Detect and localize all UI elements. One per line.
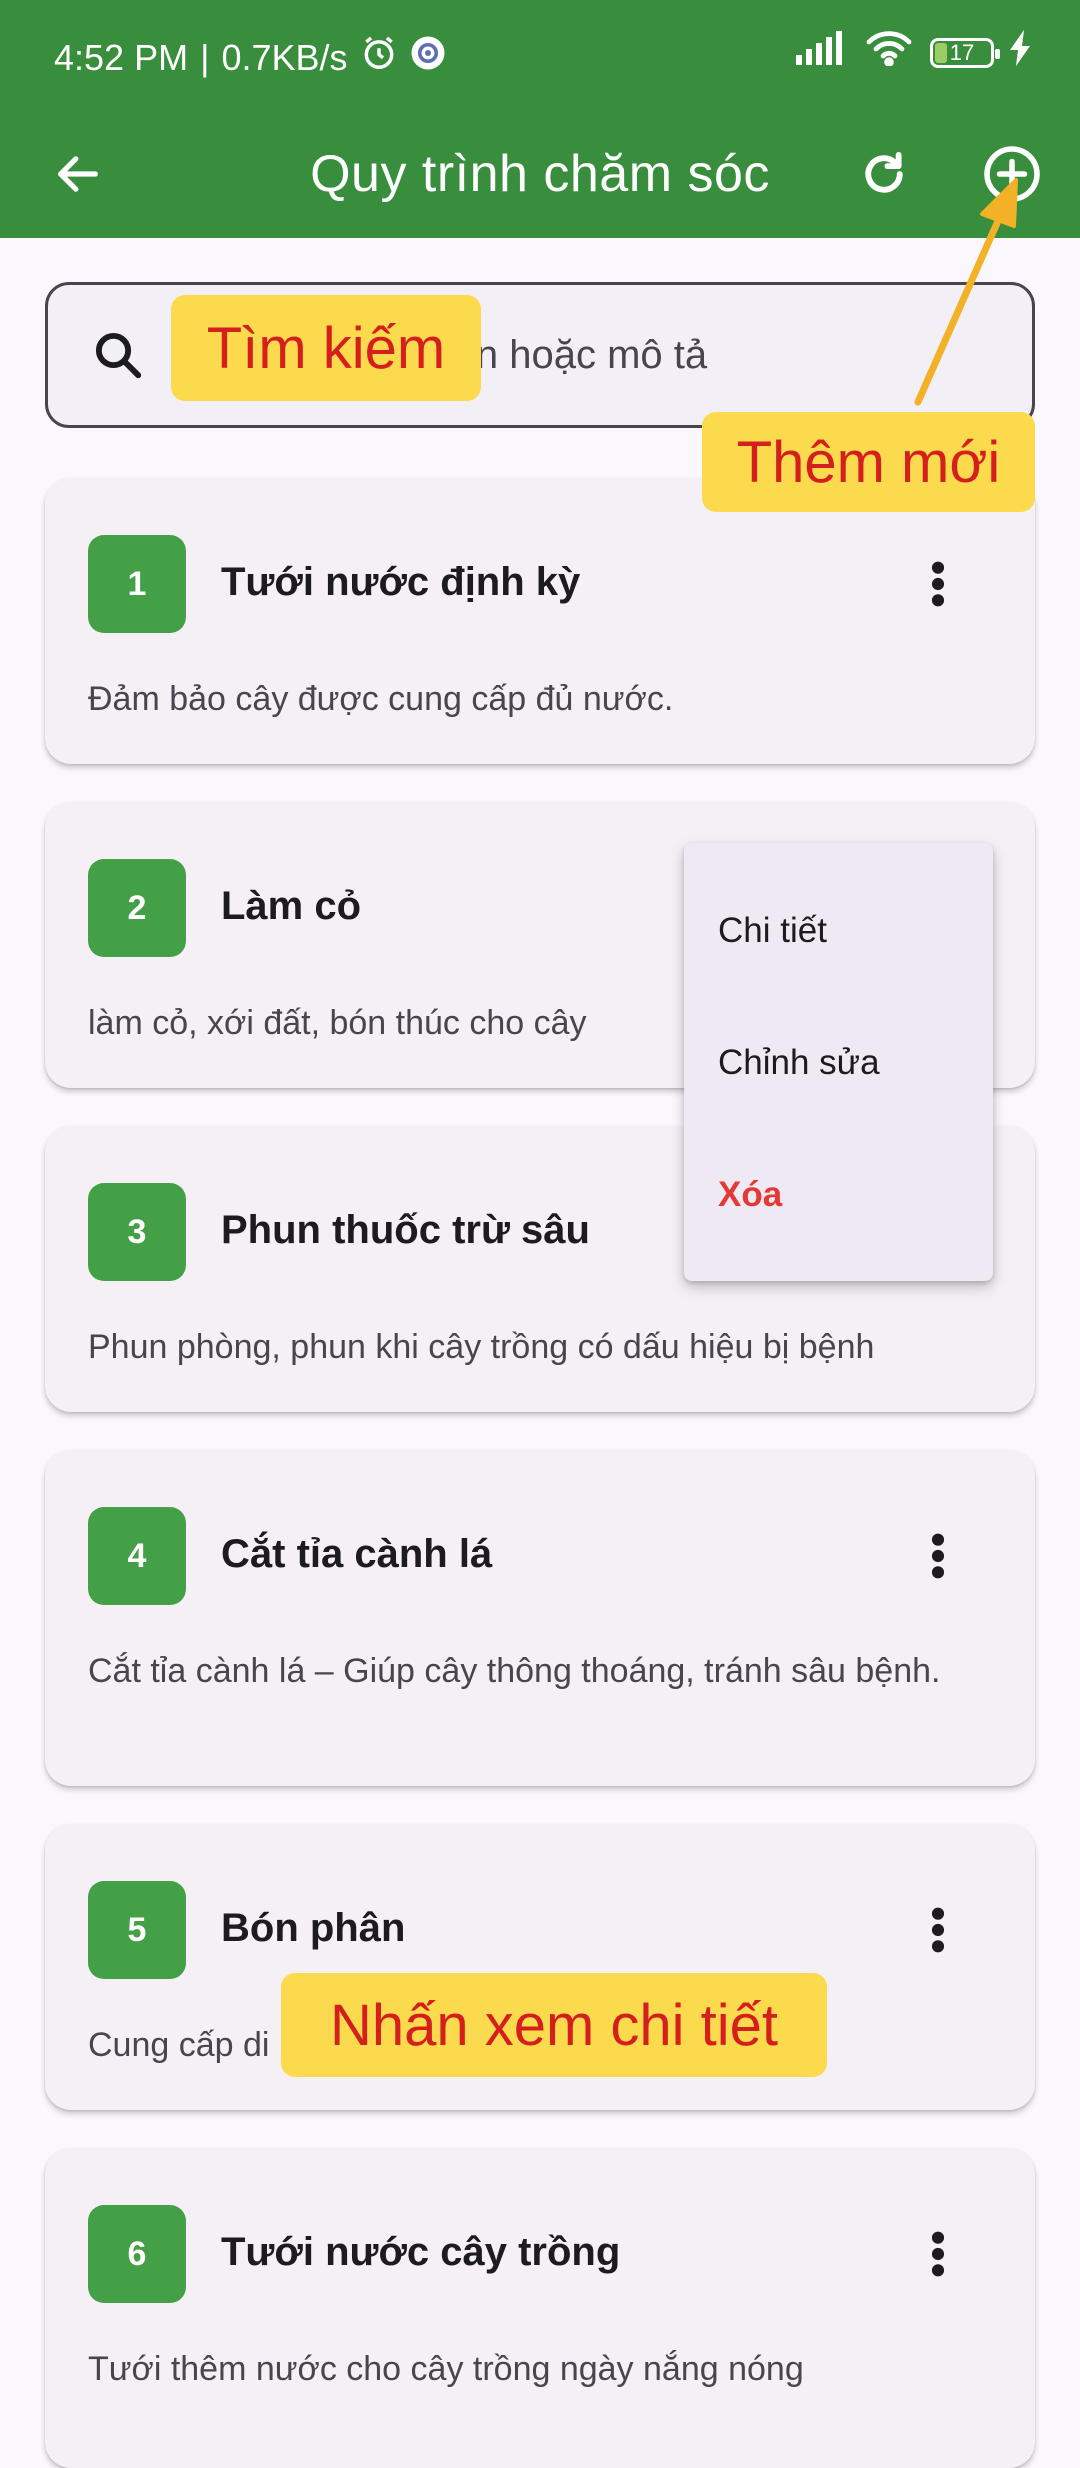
signal-icon — [796, 31, 848, 74]
more-vertical-icon[interactable] — [911, 1890, 965, 1970]
item-title: Bón phân — [221, 1906, 406, 1950]
item-description: Đảm bảo cây được cung cấp đủ nước. — [88, 680, 674, 718]
settings-gear-icon — [410, 35, 446, 80]
item-number-badge: 4 — [88, 1507, 186, 1605]
status-speed: 0.7KB/s — [221, 36, 348, 78]
battery-icon: 17 — [930, 37, 1000, 68]
item-description: Cắt tỉa cành lá – Giúp cây thông thoáng,… — [88, 1652, 941, 1690]
item-number-badge: 5 — [88, 1881, 186, 1979]
battery-level: 17 — [949, 39, 975, 65]
search-callout: Tìm kiếm — [171, 295, 481, 401]
list-item[interactable]: 1 Tưới nước định kỳ Đảm bảo cây được cun… — [45, 478, 1035, 764]
item-title: Cắt tỉa cành lá — [221, 1532, 493, 1576]
menu-item-delete[interactable]: Xóa — [718, 1175, 782, 1215]
item-title: Tưới nước định kỳ — [221, 560, 581, 604]
refresh-icon[interactable] — [842, 132, 926, 216]
search-icon — [82, 319, 154, 391]
more-vertical-icon[interactable] — [911, 1516, 965, 1596]
item-number-badge: 3 — [88, 1183, 186, 1281]
wifi-icon — [864, 30, 914, 75]
status-separator: | — [200, 36, 210, 78]
add-new-callout: Thêm mới — [702, 412, 1035, 512]
item-description: Phun phòng, phun khi cây trồng có dấu hi… — [88, 1328, 875, 1366]
toolbar: Quy trình chăm sóc — [0, 110, 1080, 238]
item-number-badge: 2 — [88, 859, 186, 957]
view-detail-callout: Nhấn xem chi tiết — [281, 1973, 827, 2077]
charging-icon — [1010, 30, 1032, 75]
more-vertical-icon[interactable] — [911, 2214, 965, 2294]
status-bar: 4:52 PM | 0.7KB/s 17 — [0, 0, 1080, 110]
item-title: Tưới nước cây trồng — [221, 2230, 621, 2274]
status-time: 4:52 PM — [54, 36, 189, 78]
menu-item-edit[interactable]: Chỉnh sửa — [718, 1043, 880, 1083]
alarm-icon — [360, 34, 398, 81]
list-item[interactable]: 4 Cắt tỉa cành lá Cắt tỉa cành lá – Giúp… — [45, 1450, 1035, 1786]
more-vertical-icon[interactable] — [911, 544, 965, 624]
item-title: Phun thuốc trừ sâu — [221, 1208, 590, 1252]
item-title: Làm cỏ — [221, 884, 362, 928]
list-item[interactable]: 6 Tưới nước cây trồng Tưới thêm nước cho… — [45, 2148, 1035, 2468]
app-bar: 4:52 PM | 0.7KB/s 17 Quy trình chăm sóc — [0, 0, 1080, 238]
item-number-badge: 6 — [88, 2205, 186, 2303]
add-circle-icon[interactable] — [970, 132, 1054, 216]
item-number-badge: 1 — [88, 535, 186, 633]
context-menu: Chi tiết Chỉnh sửa Xóa — [684, 843, 993, 1281]
item-description: Tưới thêm nước cho cây trồng ngày nắng n… — [88, 2350, 804, 2388]
menu-item-detail[interactable]: Chi tiết — [718, 911, 827, 951]
